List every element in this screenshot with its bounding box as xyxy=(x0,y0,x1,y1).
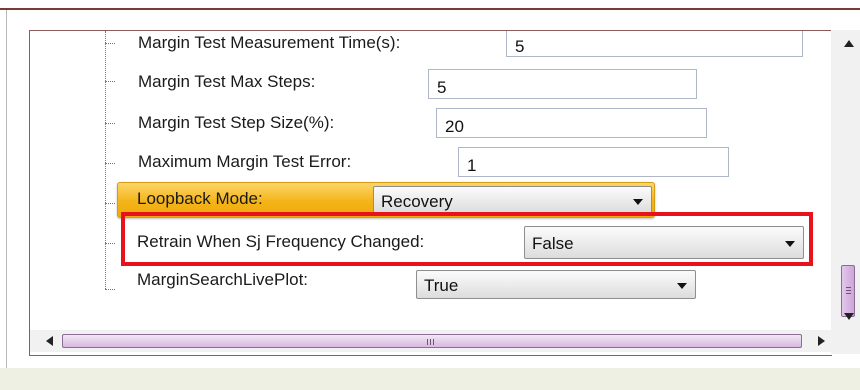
max-error-input[interactable]: 1 xyxy=(458,147,729,177)
loopback-mode-dropdown[interactable]: Recovery xyxy=(373,186,652,214)
tree-branch xyxy=(105,203,115,204)
grip-line xyxy=(430,339,431,345)
arrow-up-icon[interactable] xyxy=(844,40,854,47)
tree-branch xyxy=(105,123,115,124)
tree-branch xyxy=(105,81,115,82)
tree-connector xyxy=(105,31,106,289)
grip-line xyxy=(846,287,851,288)
arrow-down-icon[interactable] xyxy=(844,313,854,320)
grip-line xyxy=(427,339,428,345)
live-plot-value: True xyxy=(424,276,459,295)
window-top-border xyxy=(0,8,860,10)
vertical-scroll-thumb[interactable] xyxy=(841,265,855,317)
grip-line xyxy=(433,339,434,345)
measurement-time-label: Margin Test Measurement Time(s): xyxy=(138,33,401,52)
max-steps-label: Margin Test Max Steps: xyxy=(138,72,316,91)
chevron-down-icon xyxy=(633,199,643,205)
window-top-strip xyxy=(0,0,860,8)
arrow-right-icon[interactable] xyxy=(818,336,825,346)
highlight-callout-box xyxy=(121,212,813,266)
live-plot-label: MarginSearchLivePlot: xyxy=(137,270,309,289)
window-left-border xyxy=(6,10,7,370)
horizontal-scroll-thumb[interactable] xyxy=(62,334,802,348)
measurement-time-input[interactable]: 5 xyxy=(506,31,803,57)
live-plot-dropdown[interactable]: True xyxy=(416,270,696,299)
tree-branch xyxy=(105,289,115,290)
arrow-left-icon[interactable] xyxy=(46,336,53,346)
vertical-scrollbar[interactable] xyxy=(831,30,860,330)
loopback-mode-label: Loopback Mode: xyxy=(137,189,263,208)
horizontal-scrollbar[interactable] xyxy=(30,330,831,352)
loopback-mode-value: Recovery xyxy=(381,192,453,211)
max-error-label: Maximum Margin Test Error: xyxy=(138,152,352,171)
step-size-input[interactable]: 20 xyxy=(436,108,707,138)
grip-line xyxy=(846,290,851,291)
status-strip xyxy=(0,368,860,390)
chevron-down-icon xyxy=(677,283,687,289)
max-steps-input[interactable]: 5 xyxy=(428,69,697,99)
step-size-label: Margin Test Step Size(%): xyxy=(138,113,335,132)
tree-branch xyxy=(105,163,115,164)
tree-branch xyxy=(105,243,115,244)
scrollbar-corner xyxy=(831,330,860,354)
grip-line xyxy=(846,293,851,294)
tree-branch xyxy=(105,43,115,44)
